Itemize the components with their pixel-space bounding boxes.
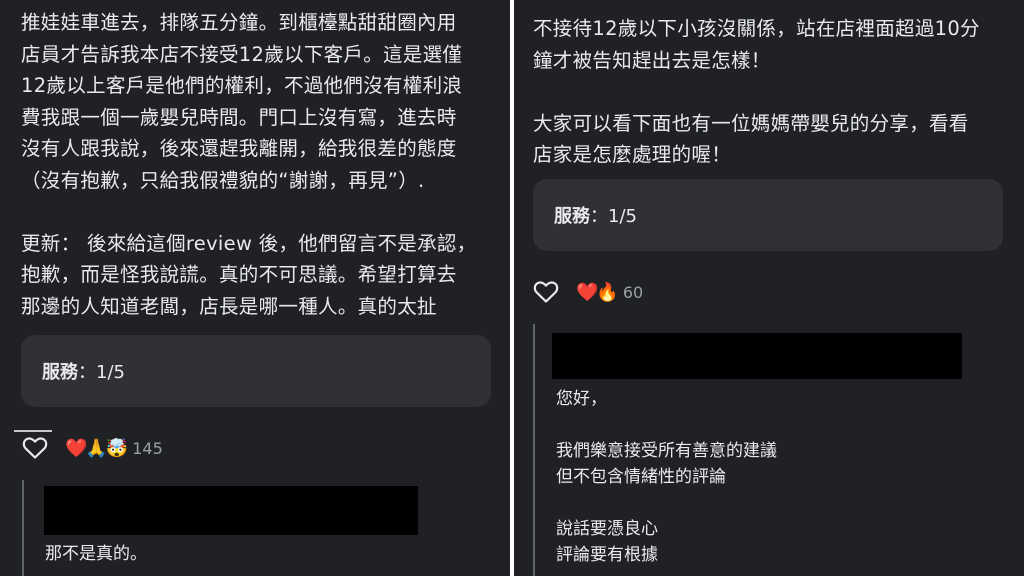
redacted-owner-name (44, 486, 418, 535)
reaction-row: ❤️🙏🤯 145 (21, 435, 163, 461)
redacted-owner-name (552, 333, 962, 379)
reaction-emojis: ❤️🔥 (576, 281, 619, 303)
service-rating-card: 服務 ：1/5 (533, 179, 1003, 251)
reaction-count: 60 (622, 282, 644, 302)
left-review-panel: 推娃娃車進去，排隊五分鐘。到櫃檯點甜甜圈內用 店員才告訴我本店不接受12歲以下客… (0, 0, 510, 576)
like-button[interactable] (532, 279, 560, 305)
rating-value: ：1/5 (590, 206, 637, 227)
reaction-emojis: ❤️🙏🤯 (65, 437, 128, 459)
reply-thread-line (533, 324, 535, 576)
rating-value: ：1/5 (78, 362, 125, 383)
owner-reply-text: 那不是真的。 (45, 544, 147, 564)
reaction-row: ❤️🔥 60 (532, 279, 643, 305)
divider (14, 430, 52, 432)
review-text: 不接待12歲以下小孩沒關係，站在店裡面超過10分 鐘才被告知趕出去是怎樣！ 大家… (533, 17, 980, 166)
reaction-count: 145 (132, 438, 163, 458)
reply-thread-line (22, 480, 24, 576)
like-button[interactable] (21, 435, 49, 461)
service-rating-card: 服務 ：1/5 (21, 335, 491, 407)
owner-reply-text: 您好， 我們樂意接受所有善意的建議 但不包含情緒性的評論 說話要憑良心 評論要有… (556, 389, 777, 565)
heart-outline-icon (22, 437, 48, 459)
heart-outline-icon (533, 281, 559, 303)
rating-label: 服務 (554, 206, 590, 227)
review-text: 推娃娃車進去，排隊五分鐘。到櫃檯點甜甜圈內用 店員才告訴我本店不接受12歲以下客… (21, 11, 477, 318)
right-review-panel: 不接待12歲以下小孩沒關係，站在店裡面超過10分 鐘才被告知趕出去是怎樣！ 大家… (514, 0, 1024, 576)
rating-label: 服務 (42, 362, 78, 383)
